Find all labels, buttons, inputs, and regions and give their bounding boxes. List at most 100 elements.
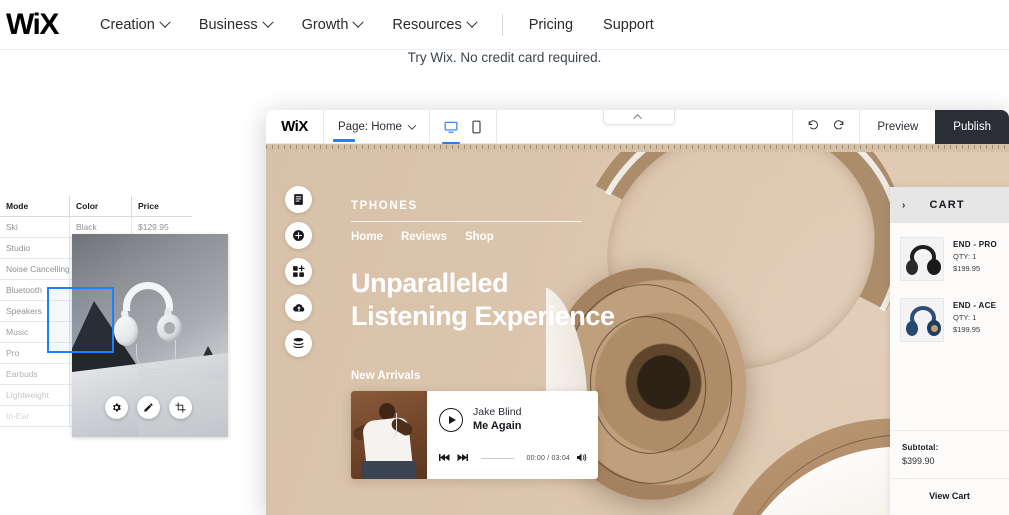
- headphone-cup-right: [157, 314, 182, 342]
- publish-button[interactable]: Publish: [935, 110, 1009, 144]
- cart-item-thumbnail: [900, 298, 944, 342]
- headphone-cup-left: [114, 316, 138, 346]
- editor-canvas[interactable]: TPHONES Home Reviews Shop Unparalleled L…: [266, 152, 1009, 515]
- nav-label: Business: [198, 16, 258, 33]
- hero-nav-home[interactable]: Home: [351, 231, 383, 243]
- page-selector-label: Page: Home: [338, 120, 402, 133]
- hero-content: TPHONES Home Reviews Shop Unparalleled L…: [351, 200, 615, 333]
- preview-button[interactable]: Preview: [859, 110, 935, 144]
- nav-item-pricing[interactable]: Pricing: [529, 17, 573, 33]
- cart-item-qty: QTY: 1: [953, 313, 977, 322]
- next-track-icon[interactable]: [457, 449, 468, 467]
- cell-mode: In-Ear: [0, 406, 70, 426]
- volume-icon[interactable]: [577, 449, 588, 467]
- cart-item-name: END - PRO: [953, 240, 998, 249]
- promo-text: Try Wix. No credit card required.: [407, 50, 602, 65]
- selection-box[interactable]: [47, 287, 114, 353]
- view-cart-button[interactable]: View Cart: [890, 478, 1009, 515]
- cart-item[interactable]: END - ACE QTY: 1 $199.95: [900, 298, 999, 342]
- cart-item[interactable]: END - PRO QTY: 1 $199.95: [900, 237, 999, 281]
- nav-label: Creation: [100, 16, 155, 33]
- column-header-mode: Mode: [0, 196, 70, 216]
- cell-mode: Lightweight: [0, 385, 70, 405]
- edit-pencil-icon[interactable]: [137, 396, 160, 419]
- music-player-card[interactable]: Jake Blind Me Again 00:00 / 03:04: [351, 391, 598, 479]
- player-controls: 00:00 / 03:04: [439, 449, 588, 467]
- track-time: 00:00 / 03:04: [526, 454, 570, 462]
- database-icon[interactable]: [285, 330, 312, 357]
- progress-bar[interactable]: [481, 457, 514, 459]
- play-icon: [448, 415, 456, 424]
- chevron-down-icon: [466, 16, 478, 28]
- add-element-icon[interactable]: [285, 222, 312, 249]
- nav-item-resources[interactable]: Resources: [392, 16, 478, 33]
- play-button[interactable]: [439, 407, 463, 432]
- apps-icon[interactable]: [285, 258, 312, 285]
- headline-line-2: Listening Experience: [351, 301, 615, 332]
- subtotal-value: $399.90: [902, 456, 935, 466]
- settings-icon[interactable]: [105, 396, 128, 419]
- desktop-view-button[interactable]: [441, 110, 460, 144]
- nav-item-creation[interactable]: Creation: [100, 16, 171, 33]
- player-cover-image: [351, 391, 427, 479]
- brand-divider: [351, 221, 581, 222]
- nav-item-growth[interactable]: Growth: [301, 16, 365, 33]
- mobile-view-button[interactable]: [471, 110, 482, 144]
- hero-nav-reviews[interactable]: Reviews: [401, 231, 447, 243]
- thumb-cup-left: [906, 260, 918, 275]
- wix-logo[interactable]: WiX: [6, 8, 76, 42]
- cart-item-qty: QTY: 1: [953, 252, 977, 261]
- nav-items: Creation Business Growth Resources Prici…: [100, 13, 684, 36]
- redo-icon[interactable]: [832, 118, 845, 136]
- history-controls: [792, 110, 859, 144]
- cell-mode: Studio: [0, 238, 70, 258]
- hero-headline: Unparalleled Listening Experience: [351, 267, 615, 333]
- chevron-down-icon: [352, 16, 365, 28]
- chevron-down-icon: [407, 120, 417, 130]
- chevron-down-icon: [261, 16, 274, 28]
- pages-icon[interactable]: [285, 186, 312, 213]
- track-artist: Jake Blind: [473, 406, 522, 418]
- table-header-row: Mode Color Price: [0, 196, 192, 217]
- cover-pants: [361, 461, 415, 479]
- subtotal-label: Subtotal:: [902, 443, 939, 452]
- thumb-cup-right: [927, 259, 941, 275]
- hero-nav-shop[interactable]: Shop: [465, 231, 494, 243]
- headphones-graphic: [112, 282, 184, 370]
- cart-items-list: END - PRO QTY: 1 $199.95 END - ACE QTY: …: [890, 223, 1009, 430]
- new-arrivals-title: New Arrivals: [351, 370, 421, 382]
- crop-icon[interactable]: [169, 396, 192, 419]
- previous-track-icon[interactable]: [439, 449, 450, 467]
- thumb-cup-accent: [931, 325, 938, 332]
- player-track-info: Jake Blind Me Again: [439, 405, 588, 434]
- editor-ruler[interactable]: [266, 139, 1009, 152]
- chevron-up-icon: [633, 113, 642, 123]
- cell-mode: Earbuds: [0, 364, 70, 384]
- ruler-marker: [333, 139, 355, 142]
- collapsed-panel-handle[interactable]: [603, 110, 675, 125]
- editor-left-rail: [285, 186, 312, 357]
- chevron-down-icon: [159, 16, 171, 28]
- thumb-cup-left: [906, 321, 918, 336]
- cover-earphone-cord: [383, 413, 397, 439]
- upload-media-icon[interactable]: [285, 294, 312, 321]
- column-header-color: Color: [70, 196, 132, 216]
- cart-title: CART: [929, 199, 965, 211]
- editor-wix-logo[interactable]: WiX: [266, 110, 324, 144]
- cell-mode: Noise Cancelling: [0, 259, 70, 279]
- nav-label: Pricing: [528, 16, 574, 33]
- undo-icon[interactable]: [807, 118, 820, 136]
- cart-footer: Subtotal: $399.90 View Cart: [890, 430, 1009, 515]
- column-header-price: Price: [138, 201, 159, 211]
- nav-item-business[interactable]: Business: [198, 16, 274, 33]
- cart-item-price: $199.95: [953, 264, 981, 273]
- wix-editor-window: WiX Page: Home Preview Publish TPHONES H…: [266, 110, 1009, 515]
- nav-item-support[interactable]: Support: [603, 17, 654, 33]
- site-brand-name: TPHONES: [351, 200, 418, 212]
- cart-item-name: END - ACE: [953, 301, 997, 310]
- track-meta: Jake Blind Me Again: [473, 405, 522, 434]
- cart-subtotal: Subtotal: $399.90: [890, 431, 1009, 478]
- nav-label: Growth: [301, 16, 349, 33]
- nav-label: Resources: [392, 16, 462, 33]
- cart-header[interactable]: › CART: [890, 187, 1009, 223]
